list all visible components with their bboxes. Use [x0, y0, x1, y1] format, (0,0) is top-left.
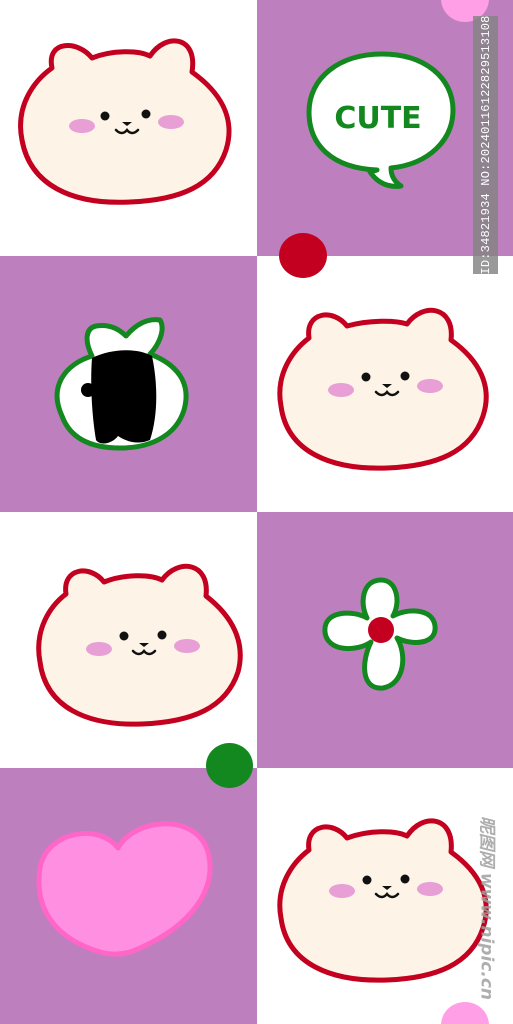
watermark-site: 昵图网 www.nipic.cn [474, 808, 504, 1008]
bear-face-icon [18, 38, 232, 205]
heart-icon [36, 821, 213, 957]
red-dot [279, 233, 327, 278]
tile-heart [0, 768, 257, 1024]
bear-face-icon [277, 307, 489, 471]
flower-icon [322, 577, 438, 691]
tile-flower [257, 512, 513, 768]
tile-bear-3 [0, 512, 257, 768]
watermark-site-text: 昵图网 www.nipic.cn [476, 815, 497, 1001]
watermark-id-text: ID:34821934 NO:20240116122829513108 [478, 15, 493, 275]
speech-bubble-text: CUTE [334, 101, 421, 136]
green-dot [206, 743, 253, 788]
tile-bear-1 [0, 0, 257, 256]
tile-onigiri [0, 256, 257, 512]
bear-face-icon [36, 563, 243, 727]
pattern-canvas: CUTE ID:34821934 NO:20240116122829513108… [0, 0, 513, 1024]
tile-bear-2 [257, 256, 513, 512]
watermark-id-strip: ID:34821934 NO:20240116122829513108 [473, 15, 498, 275]
onigiri-icon [54, 317, 189, 451]
